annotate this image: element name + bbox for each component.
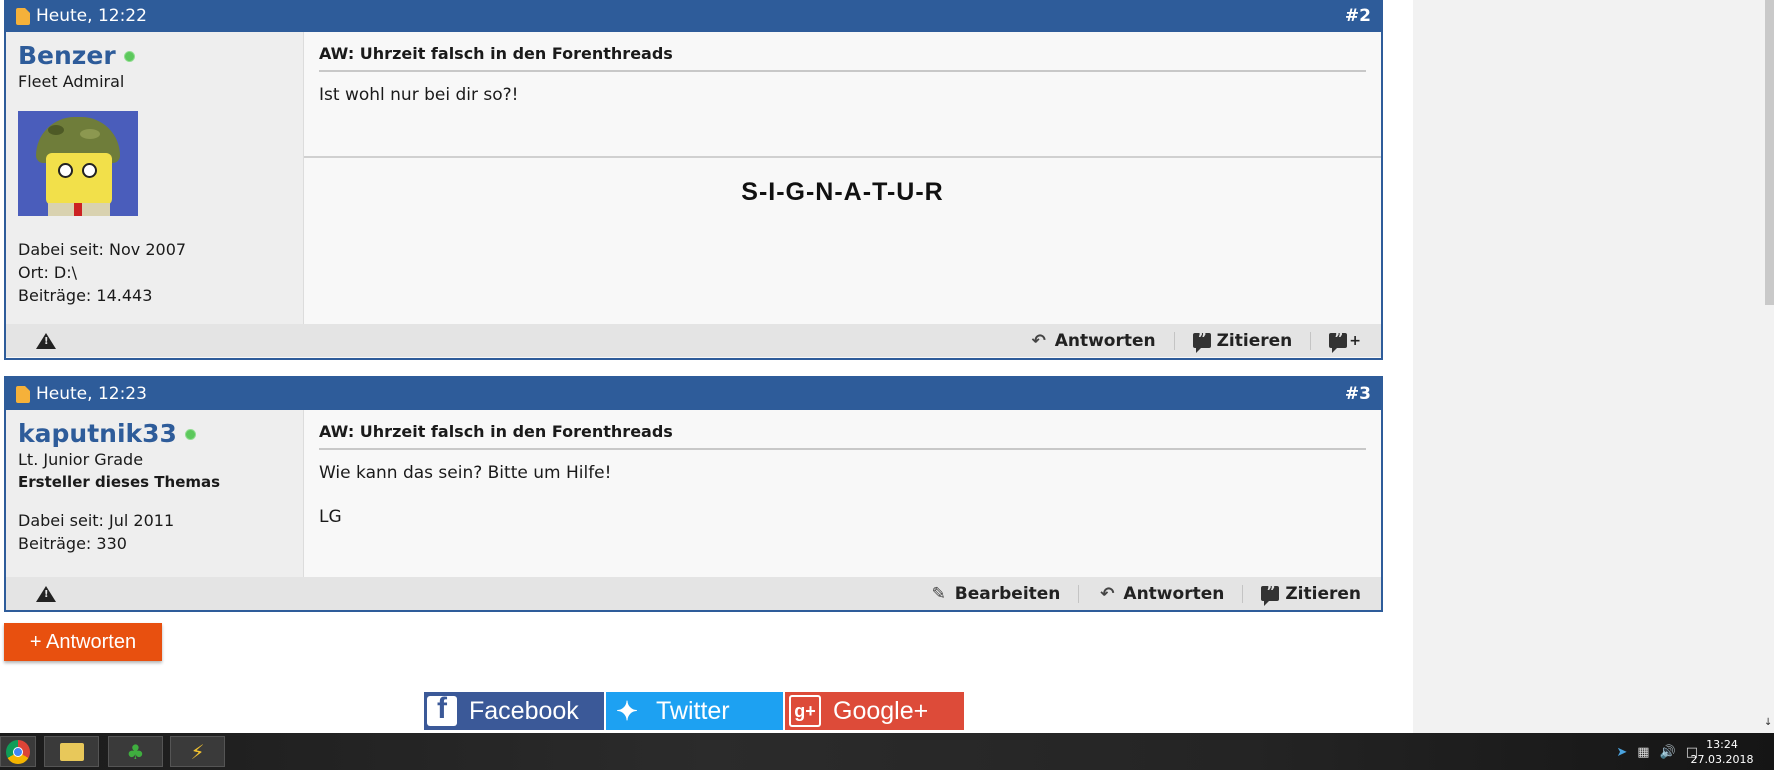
edit-pencil-icon: ✎: [931, 583, 946, 604]
twitter-share-button[interactable]: ✦ Twitter: [606, 692, 783, 730]
right-sidebar-area: [1413, 0, 1774, 733]
twitter-icon: ✦: [616, 695, 638, 726]
clover-taskbar-button[interactable]: ♣: [108, 736, 163, 767]
post-title: AW: Uhrzeit falsch in den Forenthreads: [319, 422, 1366, 450]
network-icon[interactable]: ▦: [1637, 745, 1649, 760]
clover-icon: ♣: [126, 739, 145, 764]
lightning-icon: ⚡: [190, 739, 205, 764]
chrome-taskbar-button[interactable]: [0, 736, 36, 767]
user-joined: Dabei seit: Jul 2011: [18, 511, 175, 530]
windows-taskbar: ♣ ⚡ ➤ ▦ 🔊 □ 13:24 27.03.2018: [0, 733, 1774, 770]
avatar[interactable]: [18, 111, 138, 216]
thread-starter-badge: Ersteller dieses Themas: [18, 473, 221, 491]
plus-icon: +: [1349, 332, 1361, 349]
multiquote-icon: ”: [1329, 331, 1348, 353]
quote-icon: ”: [1192, 331, 1211, 353]
post-number-link[interactable]: #2: [1345, 6, 1371, 26]
forum-post: Heute, 12:22 #2 Benzer Fleet Admiral Dab…: [4, 0, 1383, 360]
explorer-taskbar-button[interactable]: [44, 736, 99, 767]
quote-post-button[interactable]: ” Zitieren: [1242, 584, 1365, 606]
taskbar-clock[interactable]: 13:24 27.03.2018: [1686, 737, 1758, 767]
user-post-count: Beiträge: 14.443: [18, 286, 153, 305]
user-rank: Lt. Junior Grade: [18, 450, 144, 469]
scrollbar-thumb[interactable]: [1765, 0, 1774, 305]
post-header: Heute, 12:22 #2: [6, 0, 1381, 32]
post-footer: ↶ Antworten ” Zitieren ” +: [6, 324, 1381, 357]
post-message: Wie kann das sein? Bitte um Hilfe! LG: [319, 462, 1366, 528]
user-joined: Dabei seit: Nov 2007: [18, 240, 187, 259]
user-location: Ort: D:\: [18, 263, 78, 282]
username-link[interactable]: kaputnik33: [18, 420, 177, 448]
new-reply-button[interactable]: + Antworten: [4, 623, 162, 661]
user-info-panel: kaputnik33 Lt. Junior Grade Ersteller di…: [6, 410, 304, 577]
post-date-icon: [16, 7, 30, 25]
scroll-down-arrow-icon[interactable]: ↓: [1764, 718, 1772, 728]
googleplus-icon: g+: [789, 695, 821, 727]
clock-date: 27.03.2018: [1690, 753, 1754, 766]
post-text-line: LG: [319, 507, 342, 527]
post-title: AW: Uhrzeit falsch in den Forenthreads: [319, 44, 1366, 72]
reply-post-button[interactable]: ↶ Antworten: [1011, 332, 1174, 350]
post-text-line: Ist wohl nur bei dir so?!: [319, 85, 519, 105]
multiquote-button[interactable]: ” +: [1310, 331, 1365, 353]
post-header: Heute, 12:23 #3: [6, 378, 1381, 410]
user-info-panel: Benzer Fleet Admiral Dabei seit: Nov 200…: [6, 32, 304, 324]
quote-post-button[interactable]: ” Zitieren: [1173, 331, 1311, 353]
reply-post-button[interactable]: ↶ Antworten: [1078, 583, 1242, 604]
forum-post: Heute, 12:23 #3 kaputnik33 Lt. Junior Gr…: [4, 376, 1383, 612]
facebook-share-button[interactable]: f Facebook: [424, 692, 604, 730]
post-number-link[interactable]: #3: [1345, 384, 1371, 404]
edit-post-button[interactable]: ✎ Bearbeiten: [911, 585, 1079, 603]
telegram-icon[interactable]: ➤: [1616, 745, 1627, 760]
user-post-count: Beiträge: 330: [18, 534, 127, 553]
warning-icon[interactable]: [36, 332, 56, 349]
winamp-taskbar-button[interactable]: ⚡: [170, 736, 225, 767]
username-link[interactable]: Benzer: [18, 42, 116, 70]
post-date: Heute, 12:22: [36, 6, 147, 26]
post-message: Ist wohl nur bei dir so?!: [319, 84, 1366, 106]
googleplus-share-button[interactable]: g+ Google+: [785, 692, 964, 730]
post-date-icon: [16, 385, 30, 403]
user-rank: Fleet Admiral: [18, 72, 125, 91]
clock-time: 13:24: [1706, 738, 1738, 751]
warning-icon[interactable]: [36, 585, 56, 602]
chrome-icon: [6, 739, 30, 764]
post-text-line: Wie kann das sein? Bitte um Hilfe!: [319, 463, 612, 483]
post-date: Heute, 12:23: [36, 384, 147, 404]
online-status-icon: [123, 50, 135, 62]
volume-icon[interactable]: 🔊: [1660, 745, 1676, 760]
reply-arrow-icon: ↶: [1100, 583, 1115, 604]
reply-arrow-icon: ↶: [1031, 330, 1046, 351]
online-status-icon: [184, 428, 196, 440]
quote-icon: ”: [1261, 584, 1280, 606]
facebook-icon: f: [427, 692, 457, 726]
post-footer: ✎ Bearbeiten ↶ Antworten ” Zitieren: [6, 577, 1381, 610]
folder-icon: [59, 742, 84, 761]
post-signature: S-I-G-N-A-T-U-R: [741, 178, 944, 206]
